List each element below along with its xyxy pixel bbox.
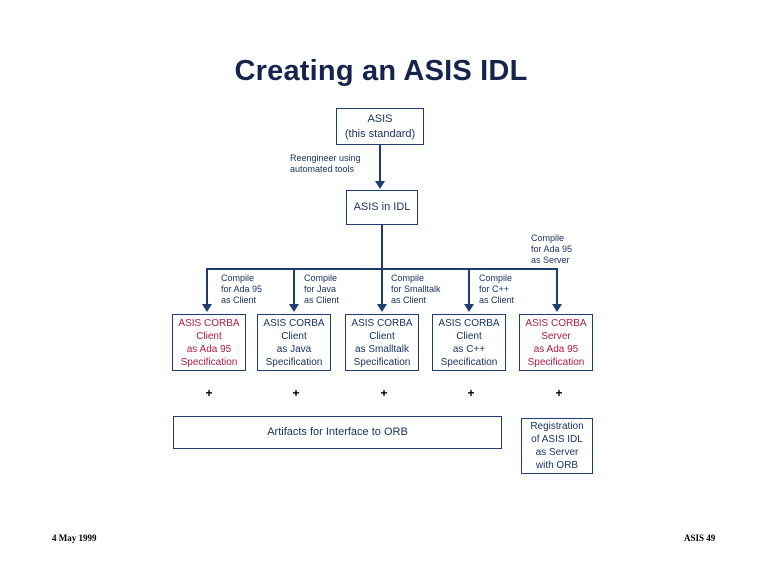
annotation-compile-cpp-client-line3: as Client [479,295,515,305]
annotation-compile-java-client-line1: Compile [304,273,338,283]
annotation-reengineer-line1: Reengineer using [290,153,361,163]
footer-date: 4 May 1999 [52,533,97,543]
node-asis-standard-line1: ASIS [367,112,393,125]
connector-branch-ada95-server [556,268,558,305]
connector-branch-ada95-client [206,268,208,305]
footer-page-number: ASIS 49 [684,533,716,543]
node-spec-java-client: ASIS CORBA Client as Java Specification [257,314,331,371]
node-spec-ada95-client-line3: as Ada 95 [186,343,232,355]
node-registration-orb-line1: Registration [530,421,584,432]
arrowhead-branch-cpp-client [464,304,474,312]
node-spec-ada95-server: ASIS CORBA Server as Ada 95 Specificatio… [519,314,593,371]
node-spec-java-client-line3: as Java [276,343,312,355]
connector-branch-cpp-client [468,268,470,305]
node-spec-ada95-server-line3: as Ada 95 [533,343,579,355]
annotation-compile-smalltalk-client-line3: as Client [391,295,427,305]
node-artifacts-orb-line1: Artifacts for Interface to ORB [267,426,408,438]
annotation-compile-java-client: Compile for Java as Client [304,273,339,306]
node-spec-smalltalk-client: ASIS CORBA Client as Smalltalk Specifica… [345,314,419,371]
annotation-compile-ada95-client-line1: Compile [221,273,255,283]
plus-sign-ada95-server: + [555,386,563,400]
node-spec-smalltalk-client-line4: Specification [353,356,411,368]
node-spec-java-client-line4: Specification [265,356,323,368]
node-spec-ada95-client-line4: Specification [180,356,238,368]
annotation-reengineer-line2: automated tools [290,164,355,174]
page-title: Creating an ASIS IDL [234,55,528,87]
annotation-compile-java-client-line3: as Client [304,295,340,305]
node-spec-cpp-client: ASIS CORBA Client as C++ Specification [432,314,506,371]
node-spec-java-client-line2: Client [281,330,307,342]
plus-sign-java-client: + [292,386,300,400]
annotation-reengineer: Reengineer using automated tools [290,153,361,175]
annotation-compile-java-client-line2: for Java [304,284,337,294]
node-spec-smalltalk-client-line2: Client [369,330,395,342]
node-spec-ada95-server-line4: Specification [527,356,585,368]
arrowhead-branch-ada95-client [202,304,212,312]
node-spec-ada95-server-line2: Server [541,330,571,342]
arrowhead-branch-java-client [289,304,299,312]
annotation-compile-ada95-server-line2: for Ada 95 [531,244,573,254]
node-spec-cpp-client-line1: ASIS CORBA [438,317,500,329]
slide-canvas: Creating an ASIS IDL ASIS (this standard… [0,0,762,588]
node-spec-cpp-client-line4: Specification [440,356,498,368]
node-registration-orb-line4: with ORB [535,460,579,471]
annotation-compile-ada95-server: Compile for Ada 95 as Server [531,233,572,266]
node-spec-ada95-server-line1: ASIS CORBA [525,317,587,329]
node-spec-java-client-line1: ASIS CORBA [263,317,325,329]
node-spec-ada95-client: ASIS CORBA Client as Ada 95 Specificatio… [172,314,246,371]
annotation-compile-smalltalk-client-line1: Compile [391,273,425,283]
annotation-compile-smalltalk-client: Compile for Smalltalk as Client [391,273,441,306]
node-asis-in-idl-line1: ASIS in IDL [353,201,411,213]
node-artifacts-orb: Artifacts for Interface to ORB [173,416,502,449]
connector-branch-java-client [293,268,295,305]
node-spec-ada95-client-line2: Client [196,330,222,342]
annotation-compile-cpp-client-line2: for C++ [479,284,510,294]
node-registration-orb-line2: of ASIS IDL [531,434,583,445]
plus-sign-cpp-client: + [467,386,475,400]
node-registration-orb-line3: as Server [535,447,579,458]
arrowhead-branch-ada95-server [552,304,562,312]
node-asis-standard: ASIS (this standard) [336,108,424,145]
node-registration-orb: Registration of ASIS IDL as Server with … [521,418,593,474]
node-asis-standard-line2: (this standard) [344,127,416,140]
annotation-compile-smalltalk-client-line2: for Smalltalk [391,284,441,294]
connector-idl-stem [381,225,383,269]
annotation-compile-ada95-client-line3: as Client [221,295,257,305]
node-spec-smalltalk-client-line1: ASIS CORBA [351,317,413,329]
node-spec-smalltalk-client-line3: as Smalltalk [355,343,409,355]
node-asis-in-idl: ASIS in IDL [346,190,418,225]
connector-asis-to-idl [379,145,381,182]
annotation-compile-ada95-client-line2: for Ada 95 [221,284,263,294]
annotation-compile-cpp-client-line1: Compile [479,273,513,283]
node-spec-ada95-client-line1: ASIS CORBA [178,317,240,329]
node-spec-cpp-client-line2: Client [456,330,482,342]
arrowhead-branch-smalltalk-client [377,304,387,312]
annotation-compile-ada95-client: Compile for Ada 95 as Client [221,273,262,306]
annotation-compile-ada95-server-line1: Compile [531,233,565,243]
plus-sign-smalltalk-client: + [380,386,388,400]
plus-sign-ada95-client: + [205,386,213,400]
annotation-compile-cpp-client: Compile for C++ as Client [479,273,514,306]
arrowhead-asis-to-idl [375,181,385,189]
node-spec-cpp-client-line3: as C++ [452,343,486,355]
annotation-compile-ada95-server-line3: as Server [531,255,570,265]
connector-branch-smalltalk-client [381,268,383,305]
